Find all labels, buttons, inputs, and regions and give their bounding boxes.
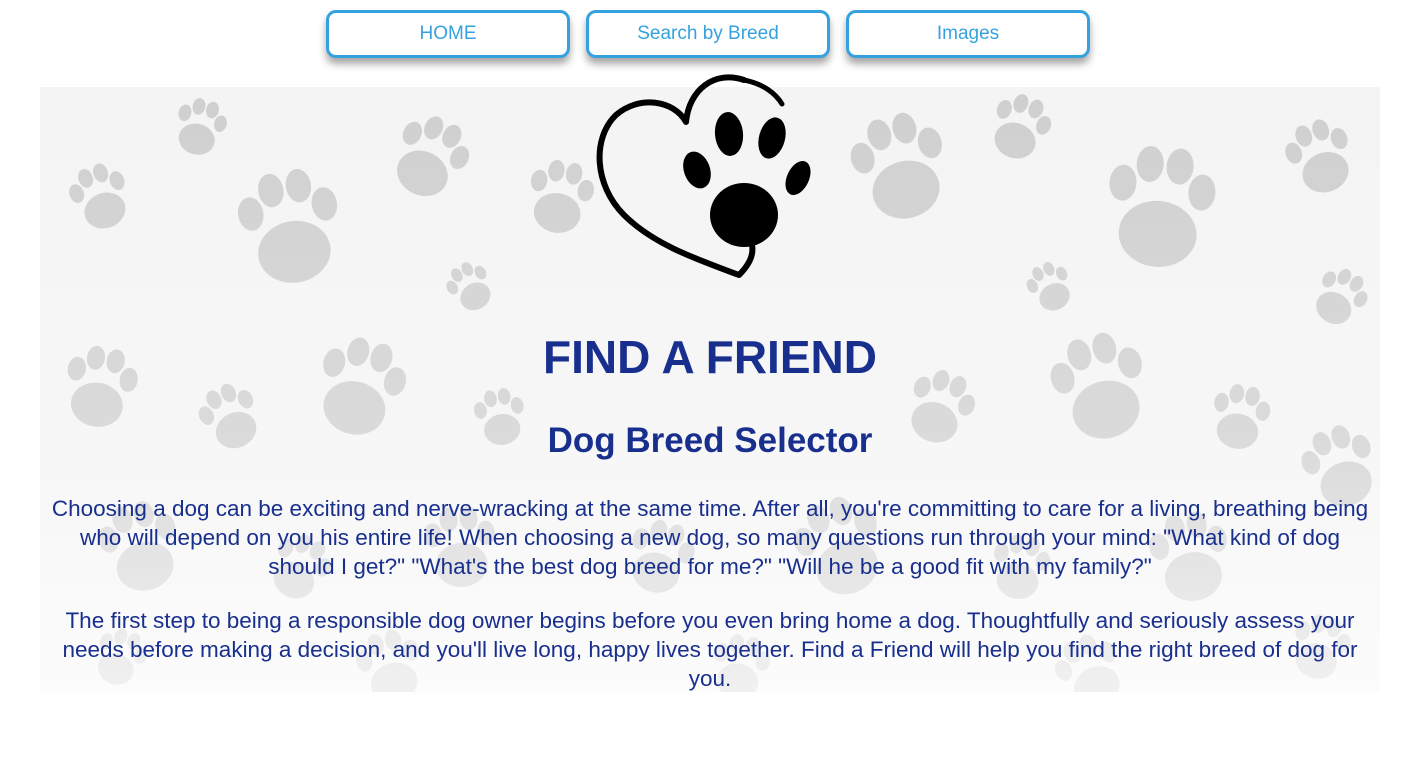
page-subtitle: Dog Breed Selector	[547, 421, 873, 460]
page-title: FIND A FRIEND	[543, 331, 877, 383]
intro-paragraph-2: The first step to being a responsible do…	[62, 608, 1358, 691]
intro-paragraph: Choosing a dog can be exciting and nerve…	[51, 496, 1369, 579]
home-button[interactable]: HOME	[326, 10, 570, 58]
search-by-breed-button[interactable]: Search by Breed	[586, 10, 830, 58]
heart-paw-icon	[596, 74, 811, 278]
images-button[interactable]: Images	[846, 10, 1090, 58]
top-nav: HOME Search by Breed Images	[0, 10, 1424, 62]
